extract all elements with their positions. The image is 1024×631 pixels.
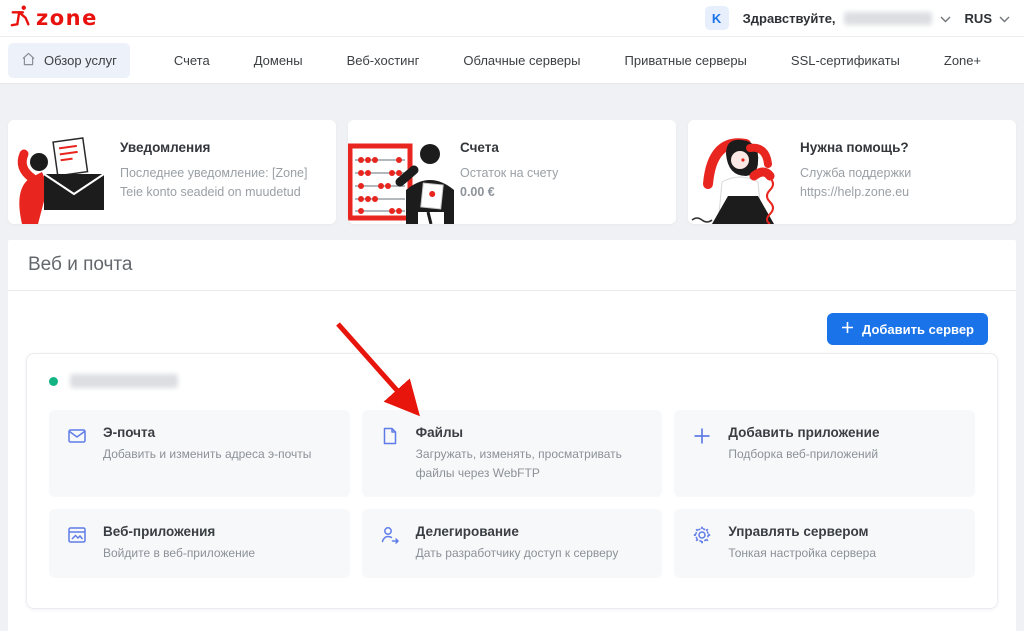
account-balance: 0.00 € [460,185,558,199]
greeting-text: Здравствуйте, [743,11,836,26]
language-label: RUS [965,11,992,26]
action-delegation[interactable]: Делегирование Дать разработчику доступ к… [362,509,663,578]
action-files[interactable]: Файлы Загружать, изменять, просматривать… [362,410,663,497]
invoices-card[interactable]: Счета Остаток на счету 0.00 € [348,120,676,224]
nav-label: Обзор услуг [44,53,117,68]
web-and-mail-panel: Веб и почта Добавить сервер [8,240,1016,631]
tile-title: Файлы [416,425,645,440]
tile-subtitle: Тонкая настройка сервера [728,544,876,563]
chevron-down-icon [999,11,1010,26]
tile-title: Управлять сервером [728,524,876,539]
nav-item-domains[interactable]: Домены [254,53,303,68]
chevron-down-icon [940,11,951,26]
help-card[interactable]: Нужна помощь? Служба поддержки https://h… [688,120,1016,224]
add-server-button[interactable]: Добавить сервер [827,313,988,345]
nav-item-private-servers[interactable]: Приватные серверы [625,53,747,68]
tile-subtitle: Подборка веб-приложений [728,445,879,464]
action-manage-server[interactable]: Управлять сервером Тонкая настройка серв… [674,509,975,578]
nav-item-overview[interactable]: Обзор услуг [8,43,130,78]
tile-subtitle: Загружать, изменять, просматривать файлы… [416,445,645,482]
user-menu[interactable]: Здравствуйте, [743,11,951,26]
card-text: Служба поддержки https://help.zone.eu [800,164,1002,202]
nav-item-ssl-certificates[interactable]: SSL-сертификаты [791,53,900,68]
tile-title: Веб-приложения [103,524,255,539]
info-cards-row: Уведомления Последнее уведомление: [Zone… [0,120,1024,224]
server-status-row [49,374,975,388]
zone-logo[interactable]: zone [10,4,98,33]
tile-title: Делегирование [416,524,619,539]
nav-item-webhosting[interactable]: Веб-хостинг [347,53,420,68]
card-title: Нужна помощь? [800,140,1002,155]
server-actions-grid: Э-почта Добавить и изменить адреса э-поч… [49,410,975,578]
file-icon [380,425,400,482]
server-name-redacted [70,374,178,388]
nav-item-cloud-servers[interactable]: Облачные серверы [463,53,580,68]
person-with-envelope-illustration [8,120,116,224]
notifications-card[interactable]: Уведомления Последнее уведомление: [Zone… [8,120,336,224]
browser-icon [67,524,87,563]
card-title: Счета [460,140,558,155]
card-title: Уведомления [120,140,322,155]
running-man-icon [10,4,32,33]
nav-item-zone-plus[interactable]: Zone+ [944,53,981,68]
main-nav: Обзор услуг Счета Домены Веб-хостинг Обл… [0,36,1024,84]
add-server-label: Добавить сервер [862,322,974,337]
gear-icon [692,524,712,563]
nav-item-invoices[interactable]: Счета [174,53,210,68]
language-selector[interactable]: RUS [965,11,1010,26]
logo-wordmark: zone [36,6,98,30]
tile-title: Добавить приложение [728,425,879,440]
action-email[interactable]: Э-почта Добавить и изменить адреса э-поч… [49,410,350,497]
action-add-application[interactable]: Добавить приложение Подборка веб-приложе… [674,410,975,497]
user-name-redacted [844,12,932,25]
person-with-abacus-illustration [348,120,456,224]
server-card: Э-почта Добавить и изменить адреса э-поч… [26,353,998,609]
user-avatar[interactable]: K [705,6,729,30]
section-header: Веб и почта [8,240,1016,291]
plus-icon [841,321,854,337]
plus-icon [692,425,712,482]
section-title: Веб и почта [28,254,996,276]
person-with-phone-illustration [688,120,796,224]
action-web-applications[interactable]: Веб-приложения Войдите в веб-приложение [49,509,350,578]
user-arrow-icon [380,524,400,563]
tile-title: Э-почта [103,425,311,440]
card-text: Остаток на счету [460,164,558,183]
header: zone K Здравствуйте, RUS [0,0,1024,36]
home-icon [21,52,36,69]
tile-subtitle: Дать разработчику доступ к серверу [416,544,619,563]
mail-icon [67,425,87,482]
status-dot [49,377,58,386]
tile-subtitle: Добавить и изменить адреса э-почты [103,445,311,464]
card-text: Последнее уведомление: [Zone] Teie konto… [120,164,322,202]
tile-subtitle: Войдите в веб-приложение [103,544,255,563]
